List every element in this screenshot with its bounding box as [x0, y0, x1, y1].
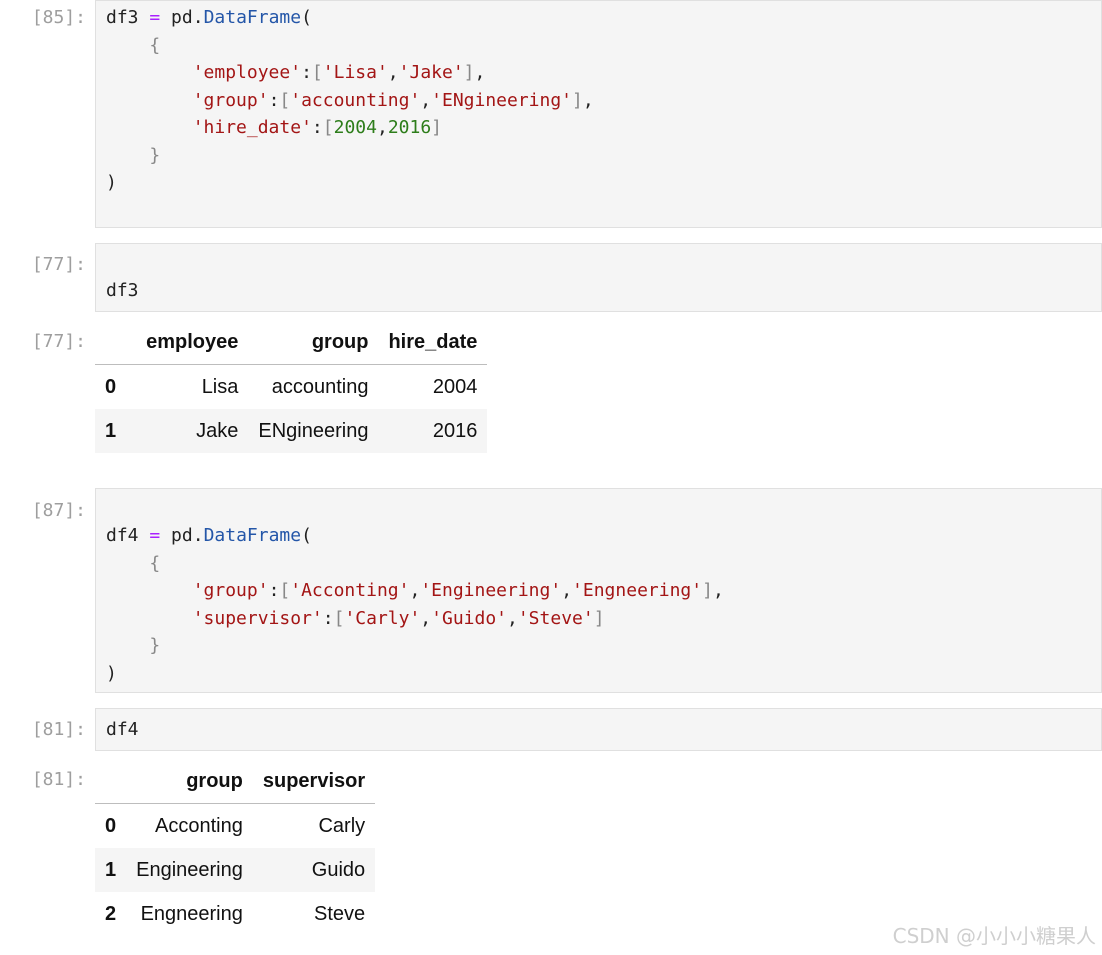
code-token: }	[149, 144, 161, 166]
code-token: (	[301, 7, 312, 28]
code-cell-df4[interactable]: df4	[95, 708, 1102, 751]
table-cell: ENgineering	[248, 409, 379, 453]
code-text: df3 = pd.DataFrame( { 'employee':['Lisa'…	[106, 7, 594, 193]
table-cell: Acconting	[155, 814, 243, 837]
code-token: 'group'	[192, 580, 269, 601]
code-token: :	[268, 580, 280, 601]
code-token: df4	[106, 525, 139, 546]
code-token: DataFrame	[203, 7, 302, 28]
table-cell: Engneering	[140, 902, 243, 925]
row-index: 1	[95, 409, 127, 453]
code-token: 'group'	[192, 89, 269, 111]
code-token: :	[311, 117, 323, 138]
code-token: 'Carly'	[344, 607, 421, 629]
table-row: 2 Engneering Steve	[95, 892, 375, 936]
table-row: 0 Lisa accounting 2004	[95, 365, 487, 410]
code-token: 'Acconting'	[290, 580, 410, 601]
table-cell: Carly	[318, 814, 366, 837]
table-cell: Guido	[252, 848, 376, 892]
code-text: df3	[106, 280, 139, 301]
code-token: }	[149, 635, 161, 656]
code-token: ]	[431, 117, 443, 138]
index-header	[95, 320, 127, 365]
code-cell-df3[interactable]: df3	[95, 243, 1102, 312]
row-index: 2	[105, 902, 117, 925]
row-index: 0	[105, 814, 117, 837]
table-cell: Jake	[126, 409, 249, 453]
cell-prompt: [87]:	[31, 500, 86, 521]
code-token: 'Guido'	[431, 607, 507, 629]
code-token: [	[311, 62, 323, 83]
code-token: [	[333, 607, 345, 629]
code-token: ]	[702, 580, 713, 601]
table-row: 0 Acconting Carly	[95, 804, 375, 849]
code-token: {	[149, 34, 161, 56]
output-prompt: [81]:	[31, 769, 86, 790]
code-token: :	[301, 62, 312, 83]
df4-output-table: group supervisor 0 Acconting Carly 1 Eng…	[95, 759, 376, 936]
column-header: employee	[126, 320, 249, 365]
code-cell-df4-definition[interactable]: df4 = pd.DataFrame( { 'group':['Accontin…	[95, 488, 1102, 693]
code-token: pd.	[171, 7, 204, 28]
column-header: supervisor	[252, 759, 376, 804]
code-token: ,	[712, 580, 724, 601]
code-cell-df3-definition[interactable]: df3 = pd.DataFrame( { 'employee':['Lisa'…	[95, 0, 1102, 228]
code-token: 'accounting'	[290, 89, 421, 111]
code-token: pd.	[171, 525, 204, 546]
row-index: 0	[105, 375, 117, 398]
code-token: =	[149, 525, 161, 546]
code-token: ,	[474, 62, 486, 83]
df3-output-table: employee group hire_date 0 Lisa accounti…	[95, 320, 488, 453]
table-row: 1 Jake ENgineering 2016	[95, 409, 488, 453]
code-token: df3	[106, 7, 139, 28]
code-token: [	[279, 580, 291, 601]
code-token: ,	[582, 89, 594, 111]
table-cell: Lisa	[201, 375, 239, 398]
cell-prompt: [77]:	[31, 254, 86, 275]
code-token: 'employee'	[192, 62, 302, 83]
code-token: ]	[463, 62, 475, 83]
code-token: 'ENgineering'	[431, 89, 573, 111]
table-cell: 2004	[432, 375, 478, 398]
code-token: ]	[572, 89, 583, 111]
code-token: 'Engneering'	[572, 580, 703, 601]
column-header: hire_date	[378, 320, 488, 365]
table-cell: accounting	[271, 375, 369, 398]
table-cell: Steve	[313, 902, 366, 925]
code-token: 2004	[333, 117, 377, 138]
code-token: )	[106, 172, 117, 193]
table-cell: 2016	[378, 409, 488, 453]
code-token: 'hire_date'	[192, 117, 312, 138]
code-token: )	[106, 662, 117, 684]
output-prompt: [77]:	[31, 331, 86, 352]
cell-prompt: [81]:	[31, 719, 86, 740]
code-token: DataFrame	[203, 525, 302, 546]
code-token: 'Lisa'	[322, 62, 388, 83]
table-cell: Engineering	[126, 848, 253, 892]
code-token: [	[322, 117, 334, 138]
watermark: CSDN @小小小糖果人	[892, 924, 1096, 948]
index-header	[95, 759, 127, 804]
column-header: group	[126, 759, 253, 804]
row-index: 1	[95, 848, 127, 892]
code-token: {	[149, 552, 161, 574]
code-token: =	[149, 7, 161, 28]
code-token: [	[279, 89, 291, 111]
code-token: (	[301, 525, 312, 546]
code-text: df4 = pd.DataFrame( { 'group':['Accontin…	[106, 525, 724, 684]
code-token: ]	[593, 607, 605, 629]
table-row: 1 Engineering Guido	[95, 848, 376, 892]
code-token: 2016	[387, 117, 432, 138]
code-token: 'Jake'	[398, 62, 464, 83]
table-header-row: employee group hire_date	[95, 320, 488, 365]
code-token: 'supervisor'	[192, 607, 323, 629]
code-token: :	[268, 89, 280, 111]
code-text: df4	[106, 719, 139, 740]
code-token: 'Steve'	[517, 607, 594, 629]
code-token: 'Engineering'	[420, 580, 562, 601]
cell-prompt: [85]:	[31, 7, 86, 28]
column-header: group	[248, 320, 379, 365]
code-token: :	[322, 607, 334, 629]
table-header-row: group supervisor	[95, 759, 376, 804]
